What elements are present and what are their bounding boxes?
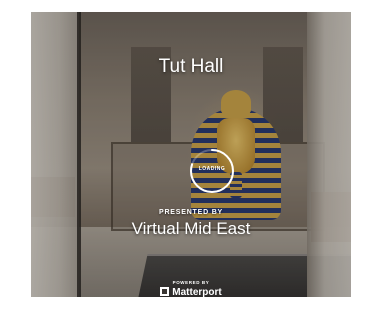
loading-label: LOADING — [198, 166, 226, 172]
matterport-brand-link[interactable]: Matterport — [31, 287, 351, 297]
presented-by-label: PRESENTED BY — [158, 209, 224, 216]
tour-viewer[interactable]: Tut Hall LOADING PRESENTED BY Virtual Mi… — [31, 12, 351, 297]
brand-name: Matterport — [172, 287, 222, 297]
powered-by-label: POWERED BY — [172, 280, 210, 285]
loading-spinner-icon: LOADING — [188, 147, 236, 195]
presenter-name: Virtual Mid East — [131, 219, 251, 238]
matterport-logo-icon — [160, 287, 170, 296]
space-title: Tut Hall — [158, 56, 224, 77]
